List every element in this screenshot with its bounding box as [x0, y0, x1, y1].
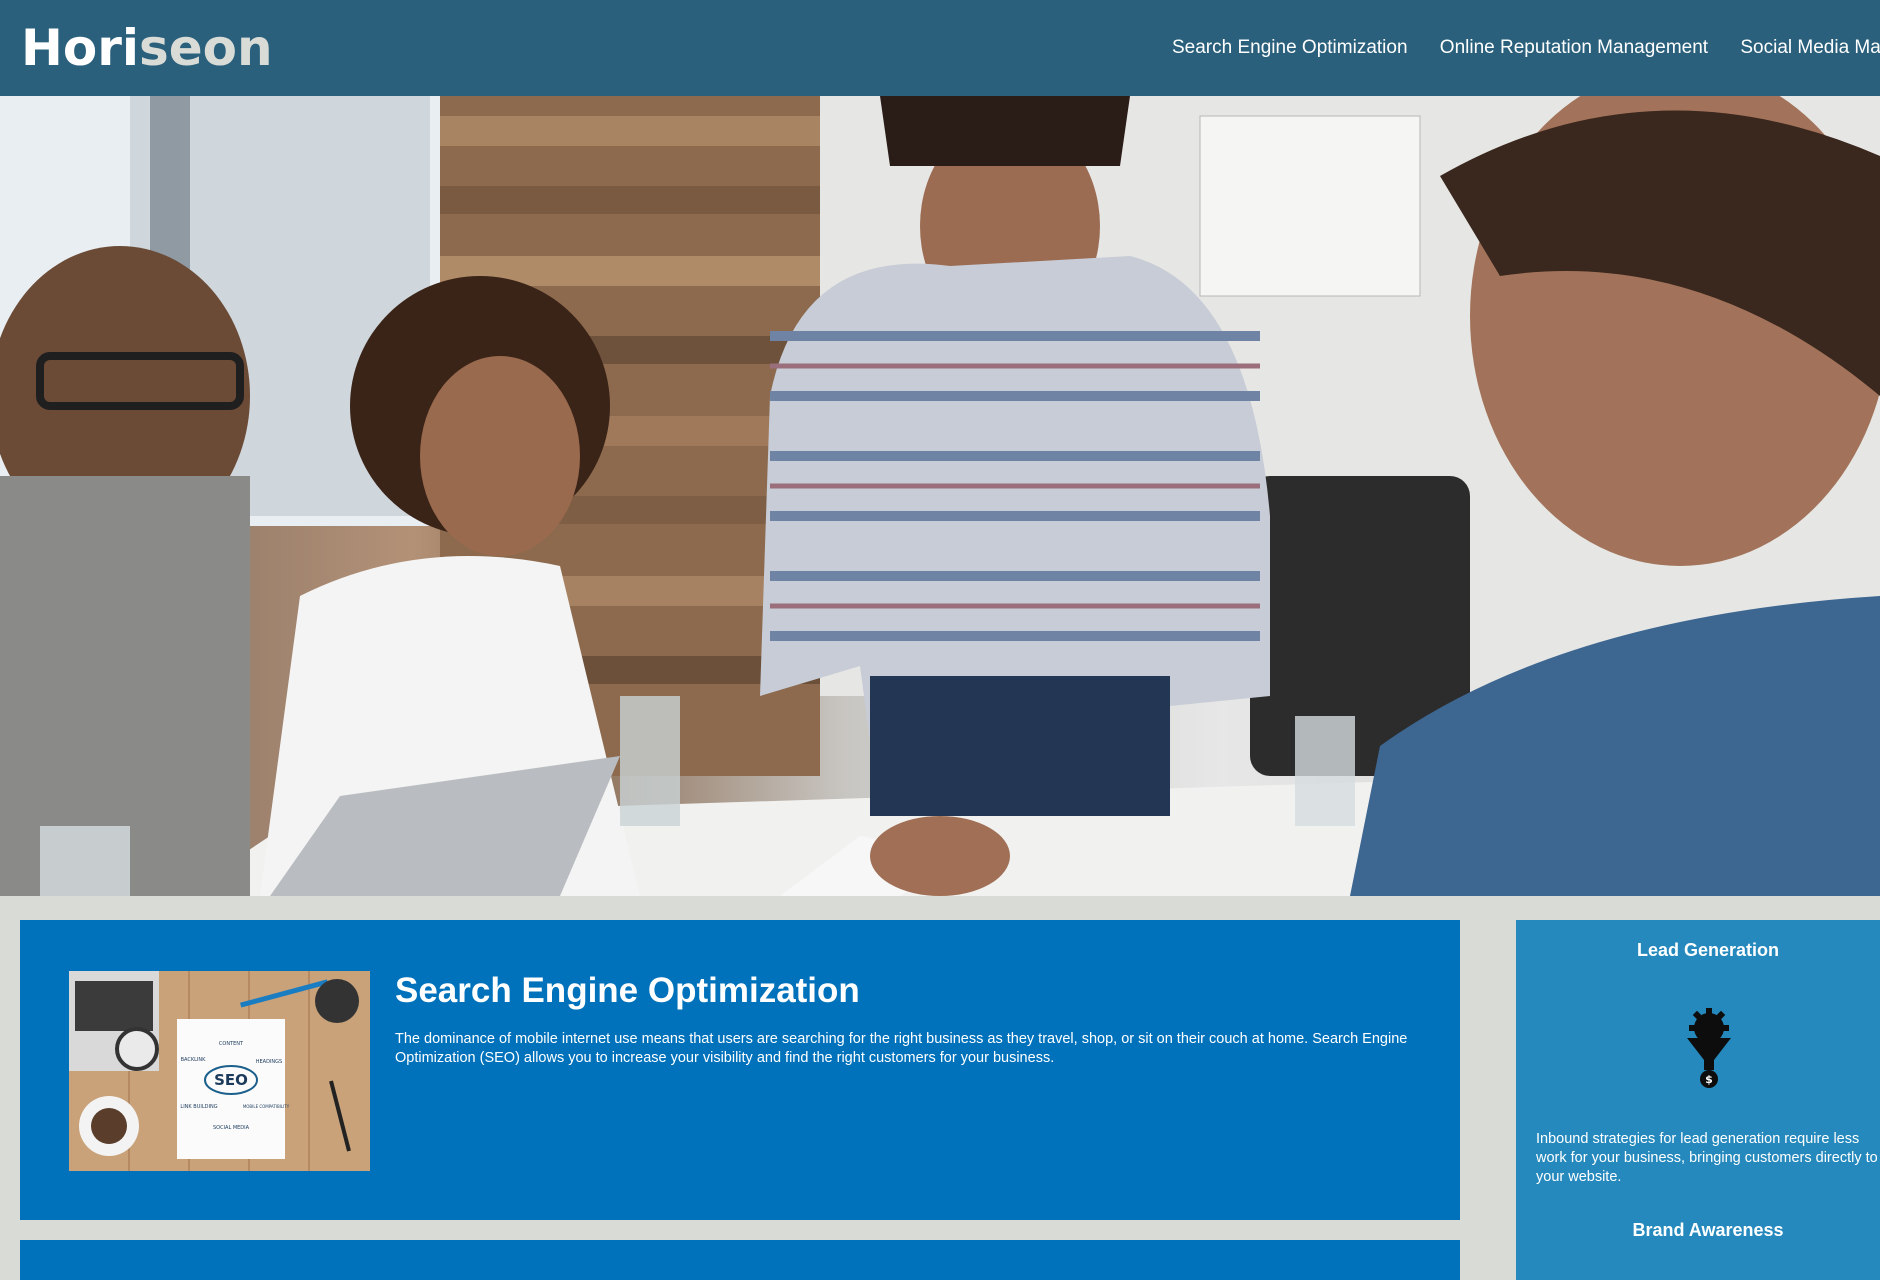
seo-notebook-center-label: SEO	[214, 1071, 248, 1089]
seo-notebook-illustration: SEO CONTENT BACKLINK HEADINGS LINK BUILD…	[69, 971, 370, 1171]
site-header: Horiseon Search Engine Optimization Onli…	[0, 0, 1880, 96]
next-card	[20, 1240, 1460, 1280]
seo-notebook-backlink-label: BACKLINK	[181, 1057, 207, 1063]
seo-card-image: SEO CONTENT BACKLINK HEADINGS LINK BUILD…	[69, 971, 370, 1171]
nav-link-social[interactable]: Social Media Marketi	[1740, 37, 1880, 58]
seo-notebook-link-building-label: LINK BUILDING	[180, 1104, 217, 1110]
seo-notebook-mobile-label: MOBILE COMPATIBILITY	[243, 1104, 290, 1109]
benefits-aside: Lead Generation $ Inbound strategies for…	[1516, 920, 1880, 1280]
seo-card: SEO CONTENT BACKLINK HEADINGS LINK BUILD…	[20, 920, 1460, 1220]
seo-notebook-social-label: SOCIAL MEDIA	[213, 1125, 250, 1131]
nav-link-reputation[interactable]: Online Reputation Management	[1440, 37, 1708, 58]
seo-card-text: The dominance of mobile internet use mea…	[395, 1031, 1408, 1066]
seo-card-title: Search Engine Optimization	[395, 971, 860, 1010]
logo-part-hori: Hori	[21, 19, 139, 77]
seo-notebook-headings-label: HEADINGS	[256, 1059, 282, 1065]
lead-generation-title: Lead Generation	[1636, 940, 1780, 960]
nav-link-seo[interactable]: Search Engine Optimization	[1172, 37, 1408, 58]
lead-generation-text: Inbound strategies for lead generation r…	[1536, 1131, 1878, 1185]
hero-image	[0, 96, 1880, 896]
main-nav: Search Engine Optimization Online Reputa…	[1172, 36, 1880, 60]
brand-awareness-title: Brand Awareness	[1632, 1220, 1784, 1240]
logo-part-seon: seon	[139, 19, 273, 77]
hero-photo	[0, 96, 1880, 896]
seo-notebook-content-label: CONTENT	[219, 1041, 244, 1047]
site-logo[interactable]: Horiseon	[21, 18, 273, 78]
svg-text:$: $	[1705, 1073, 1713, 1086]
lead-generation-funnel-icon: $	[1682, 1008, 1736, 1088]
